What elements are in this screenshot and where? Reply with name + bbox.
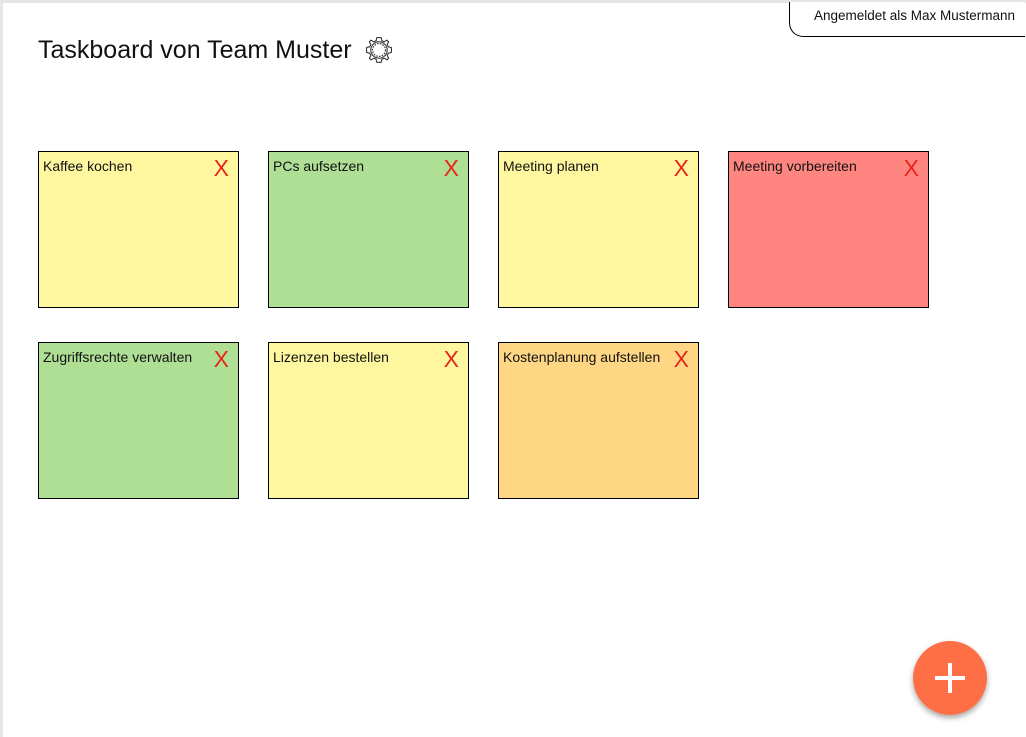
task-card[interactable]: Lizenzen bestellen X <box>268 342 469 499</box>
user-login-status: Angemeldet als Max Mustermann <box>789 2 1025 37</box>
page-title: Taskboard von Team Muster <box>38 36 352 64</box>
task-card[interactable]: Kaffee kochen X <box>38 151 239 308</box>
plus-icon <box>913 641 987 715</box>
user-login-label: Angemeldet als Max Mustermann <box>813 8 1016 23</box>
board-header: Taskboard von Team Muster <box>38 32 395 68</box>
delete-card-button[interactable]: X <box>904 156 919 180</box>
add-card-button[interactable] <box>913 641 987 715</box>
task-card-title: Kostenplanung aufstellen <box>503 349 661 365</box>
task-card[interactable]: Kostenplanung aufstellen X <box>498 342 699 499</box>
task-card[interactable]: Meeting planen X <box>498 151 699 308</box>
task-card-title: Meeting planen <box>503 158 599 174</box>
delete-card-button[interactable]: X <box>214 347 229 371</box>
delete-card-button[interactable]: X <box>444 347 459 371</box>
task-card-title: Kaffee kochen <box>43 158 133 174</box>
delete-card-button[interactable]: X <box>674 156 689 180</box>
task-card[interactable]: PCs aufsetzen X <box>268 151 469 308</box>
task-card[interactable]: Meeting vorbereiten X <box>728 151 929 308</box>
delete-card-button[interactable]: X <box>674 347 689 371</box>
task-card-title: Zugriffsrechte verwalten <box>43 349 193 365</box>
task-card[interactable]: Zugriffsrechte verwalten X <box>38 342 239 499</box>
task-card-title: Lizenzen bestellen <box>273 349 389 365</box>
gear-icon[interactable] <box>363 34 395 66</box>
task-card-title: Meeting vorbereiten <box>733 158 857 174</box>
task-card-title: PCs aufsetzen <box>273 158 365 174</box>
delete-card-button[interactable]: X <box>444 156 459 180</box>
delete-card-button[interactable]: X <box>214 156 229 180</box>
